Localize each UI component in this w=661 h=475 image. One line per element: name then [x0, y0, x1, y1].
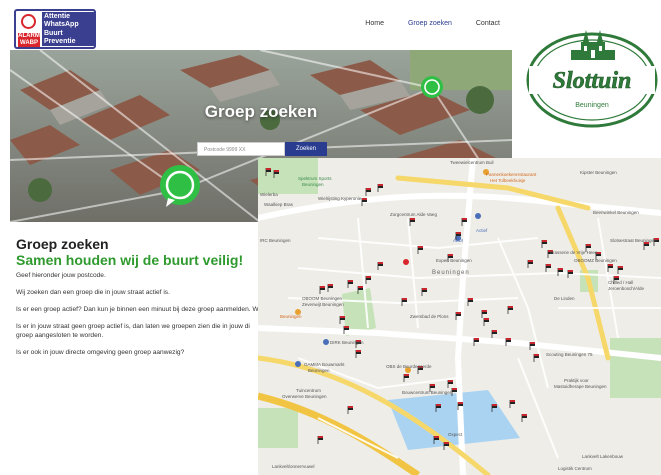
- map-label: Wielerba: [260, 192, 278, 197]
- map-label: Scouting Beuningen 75: [546, 352, 593, 357]
- map-label: Tweewielcentrum Buil: [450, 160, 494, 165]
- map-label: Logistik Centrum: [558, 466, 592, 471]
- map-label: Brasserie de Vrije Heeg: [550, 250, 598, 255]
- map-label: Overwerve Beuningen: [282, 394, 327, 399]
- map-label: Slotsestraat Beuningen: [610, 238, 657, 243]
- club-place: Beuningen: [575, 102, 609, 109]
- map-label: Mastoidherape Beuningen: [554, 384, 607, 389]
- map-canvas: [258, 158, 661, 475]
- nav-item-contact[interactable]: Contact: [476, 20, 500, 27]
- top-navigation: ALARM WABP Attentie WhatsApp Buurt Preve…: [0, 0, 512, 50]
- slottuin-emblem-icon: Slottuin Beuningen: [526, 30, 658, 128]
- map-label: Spektrum Sports: [298, 176, 332, 181]
- logo-badge-line1: ALARM: [18, 33, 40, 40]
- postcode-search-input[interactable]: Postcode 9999 XX: [197, 142, 285, 156]
- nav-item-home[interactable]: Home: [365, 20, 384, 27]
- map-label: Beuningen: [432, 270, 470, 276]
- map-label: Tuincentrum: [296, 388, 321, 393]
- alarm-badge-icon: ALARM WABP: [18, 13, 40, 47]
- map-label: ALDI: [453, 238, 464, 243]
- map-label: OBOOM Beuningen: [302, 296, 343, 301]
- map-label: Pannenkoekenrestaurant: [486, 172, 537, 177]
- map-label: Het Tolbeekhuisje: [490, 178, 526, 183]
- awbp-logo[interactable]: ALARM WABP Attentie WhatsApp Buurt Preve…: [14, 9, 96, 49]
- map-label: De Linden: [554, 296, 575, 301]
- map-label: Wielrijsting Kyperonie: [318, 196, 362, 201]
- map-label: Expert Beuningen: [436, 258, 472, 263]
- map-label: Bouwcentrum Beuningen: [402, 390, 453, 395]
- map-label: OBOOMZ Beuningen: [574, 258, 617, 263]
- map-label: Lankvelt/onnerrvuwel: [272, 464, 315, 469]
- nav-menu: Home Groep zoeken Contact: [343, 20, 500, 27]
- hero-title: Groep zoeken: [204, 102, 318, 121]
- club-name: Slottuin: [553, 68, 632, 94]
- map-label: Zevenwijt Beuningen: [302, 302, 344, 307]
- alarm-ring-icon: [21, 14, 36, 29]
- map-label: Actief: [476, 228, 488, 233]
- map-label: Praktijk voor: [564, 378, 589, 383]
- logo-text: Attentie WhatsApp Buurt Preventie: [42, 12, 94, 46]
- map-label: Zorgcentrum Alde Vaeg: [390, 212, 437, 217]
- map-label: Beuningen: [302, 182, 324, 187]
- map-label: Beenwinkel Beuningen: [593, 210, 639, 215]
- logo-badge-line2: WABP: [18, 40, 40, 47]
- map-label: Chilled / Hall: [608, 280, 634, 285]
- map-label: GAMMA Bouwmarkt: [304, 362, 345, 367]
- map-label: OBS de Beurdegaerde: [386, 364, 432, 369]
- slottuin-logo: Slottuin Beuningen: [523, 28, 661, 130]
- map-label: Kipster Beuningen: [580, 170, 617, 175]
- search-button[interactable]: Zoeken: [285, 142, 327, 156]
- map-label: Jeroenbosch/Alde: [608, 286, 645, 291]
- map-label: IRC Beuningen: [260, 238, 291, 243]
- map-label: Oxpect: [448, 432, 463, 437]
- neighbourhood-map[interactable]: Tweewielcentrum Buil Spektrum Sports Beuni…: [258, 158, 661, 475]
- map-label: Waalkiep Bras: [264, 202, 293, 207]
- nav-item-groep-zoeken[interactable]: Groep zoeken: [408, 20, 452, 27]
- map-label: Lankvelt Lakenbouw: [582, 454, 624, 459]
- map-label: Beuningen: [308, 368, 330, 373]
- map-label: Zwembad de Plons: [410, 314, 449, 319]
- map-label: Beuningen: [280, 314, 302, 319]
- map-label: DIRK Beuningen: [330, 340, 364, 345]
